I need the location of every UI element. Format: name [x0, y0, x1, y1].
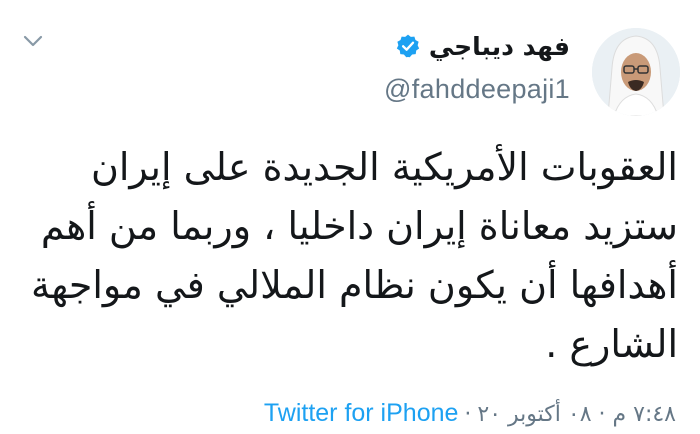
tweet-text-line: ستزيد معاناة إيران داخليا ، وربما من أهم: [40, 204, 678, 248]
tweet-timestamp[interactable]: ٧:٤٨ م · ٠٨ أكتوبر ٢٠: [477, 402, 676, 427]
tweet-header: فهد ديباجي @fahddeepaji1: [20, 14, 680, 124]
verified-badge-icon: [396, 34, 420, 58]
user-handle[interactable]: @fahddeepaji1: [384, 74, 570, 105]
display-name-row: فهد ديباجي: [384, 26, 570, 66]
meta-separator: ·: [464, 402, 472, 427]
tweet-text-line: أهدافها أن يكون نظام الملالي في مواجهة: [30, 263, 678, 307]
tweet-text: العقوبات الأمريكية الجديدة على إيران ستز…: [18, 138, 678, 374]
avatar[interactable]: [592, 28, 680, 116]
tweet-source-link[interactable]: Twitter for iPhone: [264, 399, 459, 427]
display-name[interactable]: فهد ديباجي: [429, 32, 570, 61]
tweet-meta: ٧:٤٨ م · ٠٨ أكتوبر ٢٠·Twitter for iPhone: [264, 399, 676, 428]
tweet-text-line: العقوبات الأمريكية الجديدة على إيران: [90, 145, 678, 189]
tweet-card: فهد ديباجي @fahddeepaji1 العقوبات الأمري…: [0, 0, 700, 434]
avatar-image: [592, 28, 680, 116]
user-names: فهد ديباجي @fahddeepaji1: [384, 26, 570, 105]
tweet-text-line: الشارع .: [545, 322, 678, 366]
